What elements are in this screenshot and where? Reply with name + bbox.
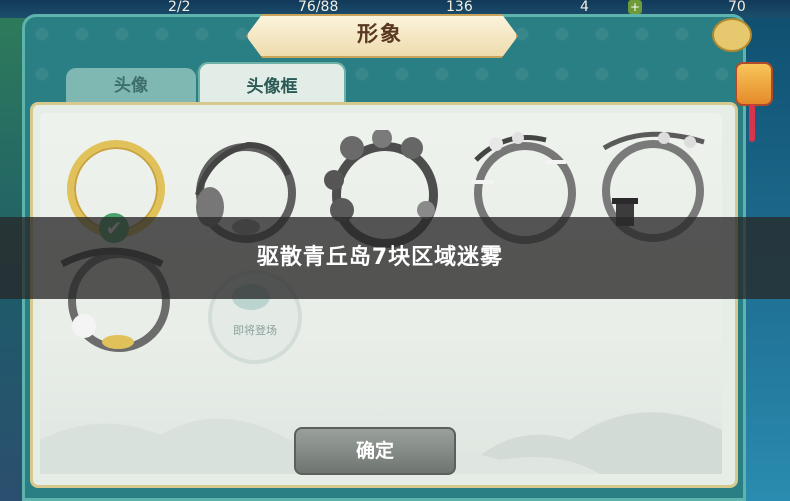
confirm-button[interactable]: 确定	[294, 427, 456, 475]
frame-snow-plum[interactable]	[466, 130, 576, 244]
tab-avatar-frame[interactable]: 头像框	[198, 62, 346, 106]
notification-text: 驱散青丘岛7块区域迷雾	[256, 245, 504, 270]
lantern-icon[interactable]	[735, 62, 773, 106]
page-title: 形象	[357, 22, 403, 46]
coming-soon-label: 即将登场	[233, 324, 277, 337]
frame-blossom[interactable]	[322, 130, 438, 248]
add-icon: +	[628, 0, 642, 14]
corner-knot-icon	[712, 18, 752, 52]
lantern-tassel	[749, 104, 755, 142]
tab-avatar[interactable]: 头像	[66, 68, 196, 104]
frame-lantern[interactable]	[594, 128, 705, 242]
